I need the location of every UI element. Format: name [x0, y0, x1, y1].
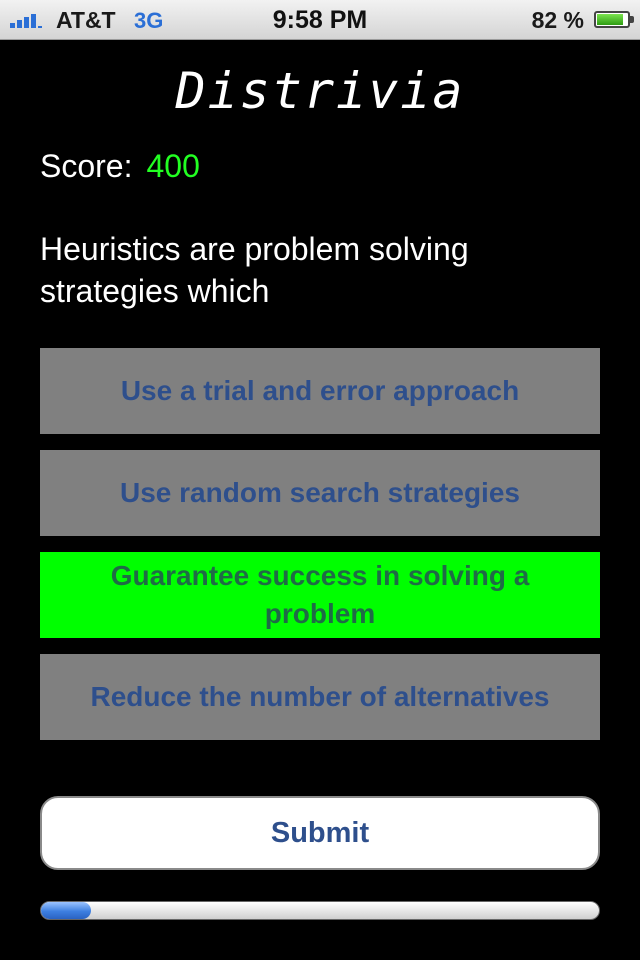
- battery-icon: [594, 11, 634, 28]
- score-row: Score: 400: [40, 148, 200, 185]
- question-text: Heuristics are problem solving strategie…: [40, 231, 469, 309]
- answer-option-4[interactable]: Reduce the number of alternatives: [40, 654, 600, 740]
- battery-percent: 82 %: [531, 7, 584, 33]
- progress-fill: [41, 902, 92, 919]
- score-label: Score:: [40, 148, 133, 184]
- answer-option-2[interactable]: Use random search strategies: [40, 450, 600, 536]
- status-bar: AT&T 3G 9:58 PM 82 %: [0, 0, 640, 40]
- answer-option-3[interactable]: Guarantee success in solving a problem: [40, 552, 600, 638]
- submit-button[interactable]: Submit: [40, 796, 600, 870]
- progress-bar: [40, 901, 600, 920]
- score-value: 400: [146, 148, 200, 184]
- battery-fill: [597, 14, 624, 25]
- app-title: Distrivia: [175, 62, 465, 120]
- answer-option-1[interactable]: Use a trial and error approach: [40, 348, 600, 434]
